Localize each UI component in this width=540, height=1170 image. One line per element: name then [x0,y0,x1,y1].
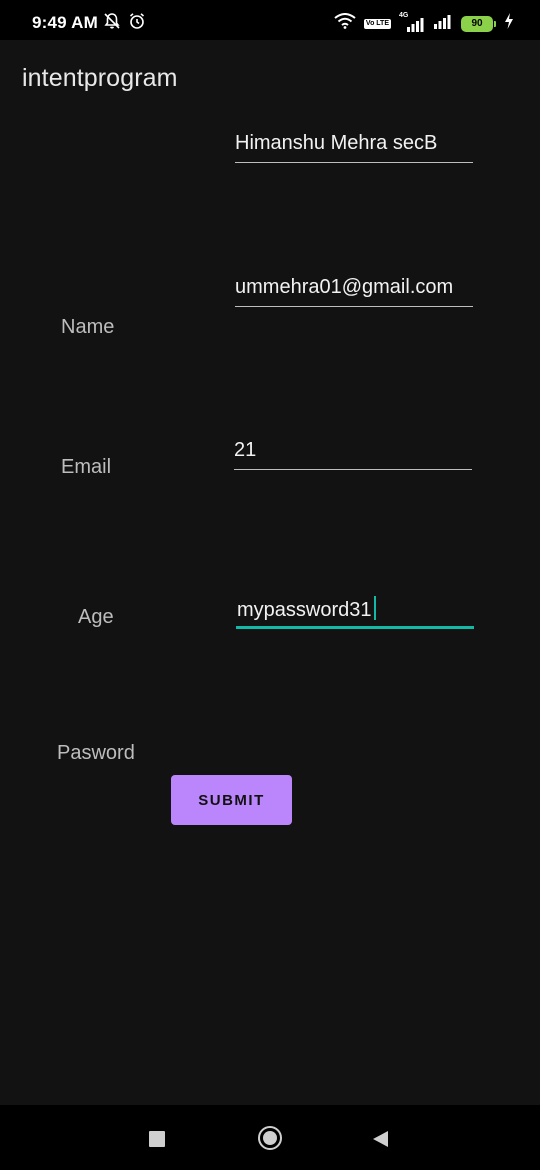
home-icon-inner [263,1131,277,1145]
battery-tip [494,20,496,27]
submit-button[interactable]: SUBMIT [171,775,292,825]
navigation-bar [0,1105,540,1170]
status-right-icons: Vo LTE 4G 90 [334,12,514,35]
volte-icon: Vo LTE [363,18,391,29]
recents-icon[interactable] [149,1131,165,1147]
back-icon[interactable] [372,1130,389,1153]
notifications-off-icon [103,12,121,35]
charging-icon [504,13,514,34]
name-label: Name [61,316,115,338]
signal-icon [433,12,453,35]
status-time: 9:49 AM [32,13,98,32]
age-label: Age [78,606,114,628]
app-title: intentprogram [22,64,178,92]
battery-level: 90 [471,17,483,29]
home-icon[interactable] [258,1126,282,1150]
email-field-value: ummehra01@gmail.com [235,276,454,298]
name-field-value: Himanshu Mehra secB [235,132,438,154]
email-field[interactable]: ummehra01@gmail.com [235,272,473,307]
text-cursor [373,596,376,620]
status-bar: 9:49 AM Vo LTE 4G 90 [0,0,540,40]
status-left-icons [103,12,146,35]
email-label: Email [61,456,112,478]
name-field[interactable]: Himanshu Mehra secB [235,128,473,163]
alarm-icon [128,12,146,35]
password-field-value: mypassword31 [237,599,372,621]
password-field[interactable]: mypassword31 [236,592,474,629]
age-field-value: 21 [234,439,257,461]
4g-signal-icon: 4G [399,12,425,33]
password-label: Pasword [57,742,135,764]
age-field[interactable]: 21 [234,435,472,470]
wifi-icon [334,13,356,34]
battery-icon: 90 [461,15,493,32]
